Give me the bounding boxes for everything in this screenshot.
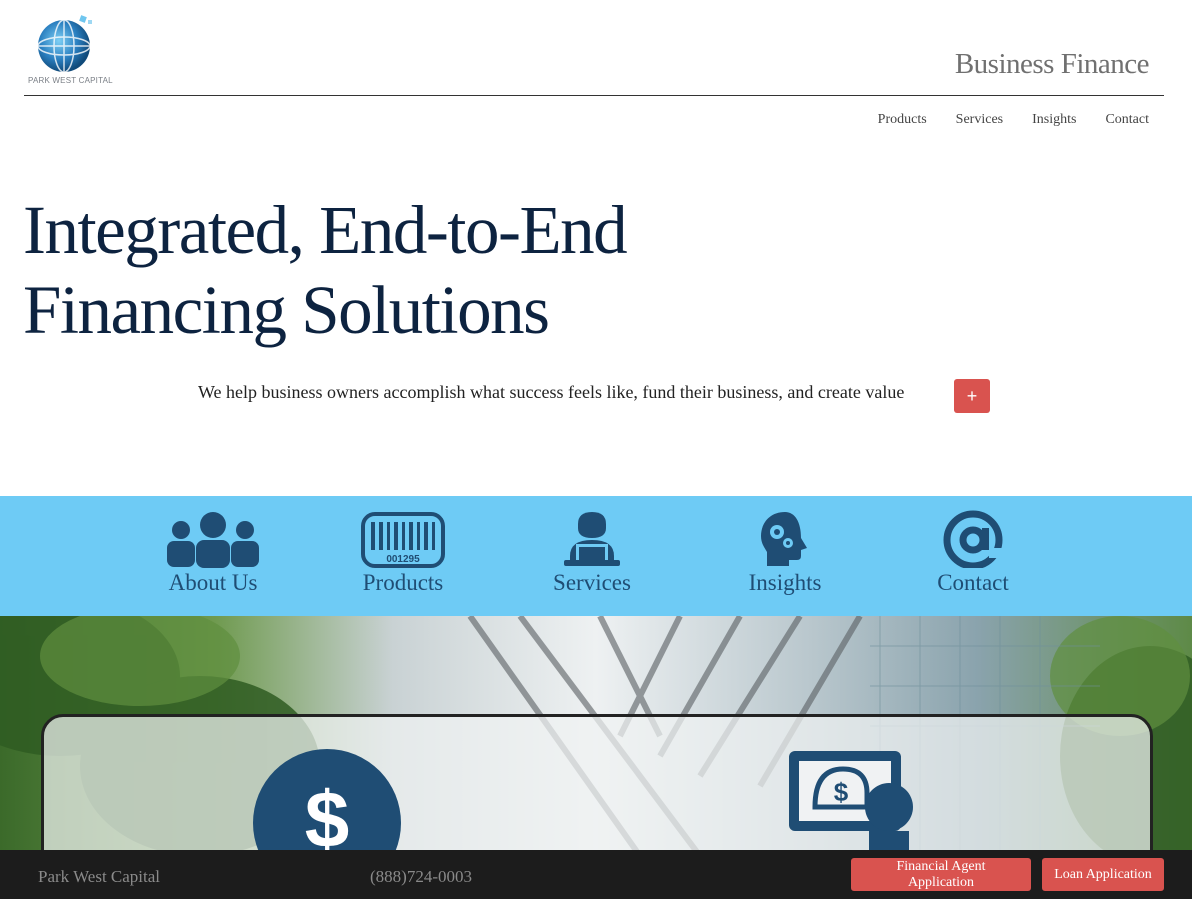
nav-insights[interactable]: Insights — [1032, 112, 1076, 128]
band-item-services[interactable]: Services — [522, 510, 662, 596]
header-divider — [24, 95, 1164, 96]
barcode-icon: 001295 — [361, 512, 445, 568]
top-nav: Products Services Insights Contact — [878, 112, 1149, 128]
hero-heading-line2: Financing Solutions — [23, 272, 550, 348]
band-label-services: Services — [553, 570, 631, 595]
band-label-contact: Contact — [937, 570, 1009, 595]
logo-text: PARK WEST CAPITAL — [28, 76, 113, 85]
band-item-contact[interactable]: Contact — [903, 510, 1043, 596]
icon-band: About Us 001295 Products Services Insigh… — [0, 496, 1192, 616]
financial-agent-application-button[interactable]: Financial Agent Application — [851, 858, 1031, 891]
nav-services[interactable]: Services — [956, 112, 1003, 128]
footer-phone[interactable]: (888)724-0003 — [370, 867, 472, 887]
footer-bar: Park West Capital (888)724-0003 Financia… — [0, 850, 1192, 899]
people-icon — [167, 512, 259, 568]
band-label-about-us: About Us — [168, 570, 258, 595]
band-label-insights: Insights — [748, 570, 822, 595]
loan-application-button[interactable]: Loan Application — [1042, 858, 1164, 891]
band-item-insights[interactable]: Insights — [715, 510, 855, 596]
band-item-about-us[interactable]: About Us — [143, 510, 283, 596]
expand-button[interactable]: + — [954, 379, 990, 413]
head-gears-icon — [761, 512, 807, 566]
logo[interactable]: PARK WEST CAPITAL — [28, 14, 113, 88]
hero-photo: $ $ — [0, 616, 1192, 856]
globe-icon — [37, 15, 92, 73]
footer-brand: Park West Capital — [38, 867, 161, 886]
services-panel: $ $ — [41, 714, 1153, 856]
dollar-circle-icon[interactable]: $ — [251, 747, 403, 856]
hero-heading-line1: Integrated, End-to-End — [23, 192, 628, 268]
barcode-number: 001295 — [386, 554, 420, 565]
advisor-monitor-icon[interactable]: $ — [785, 747, 917, 856]
page: PARK WEST CAPITAL Business Finance Produ… — [0, 0, 1192, 899]
brand-title: Business Finance — [954, 48, 1150, 80]
svg-text:$: $ — [305, 775, 350, 856]
hero-heading: Integrated, End-to-End Financing Solutio… — [23, 190, 923, 350]
hero-tagline: We help business owners accomplish what … — [198, 382, 905, 402]
nav-contact[interactable]: Contact — [1105, 112, 1149, 128]
svg-text:$: $ — [834, 777, 849, 807]
band-item-products[interactable]: 001295 Products — [333, 510, 473, 596]
person-laptop-icon — [564, 512, 620, 566]
nav-products[interactable]: Products — [878, 112, 927, 128]
at-sign-icon — [943, 510, 1003, 568]
band-label-products: Products — [362, 570, 444, 595]
